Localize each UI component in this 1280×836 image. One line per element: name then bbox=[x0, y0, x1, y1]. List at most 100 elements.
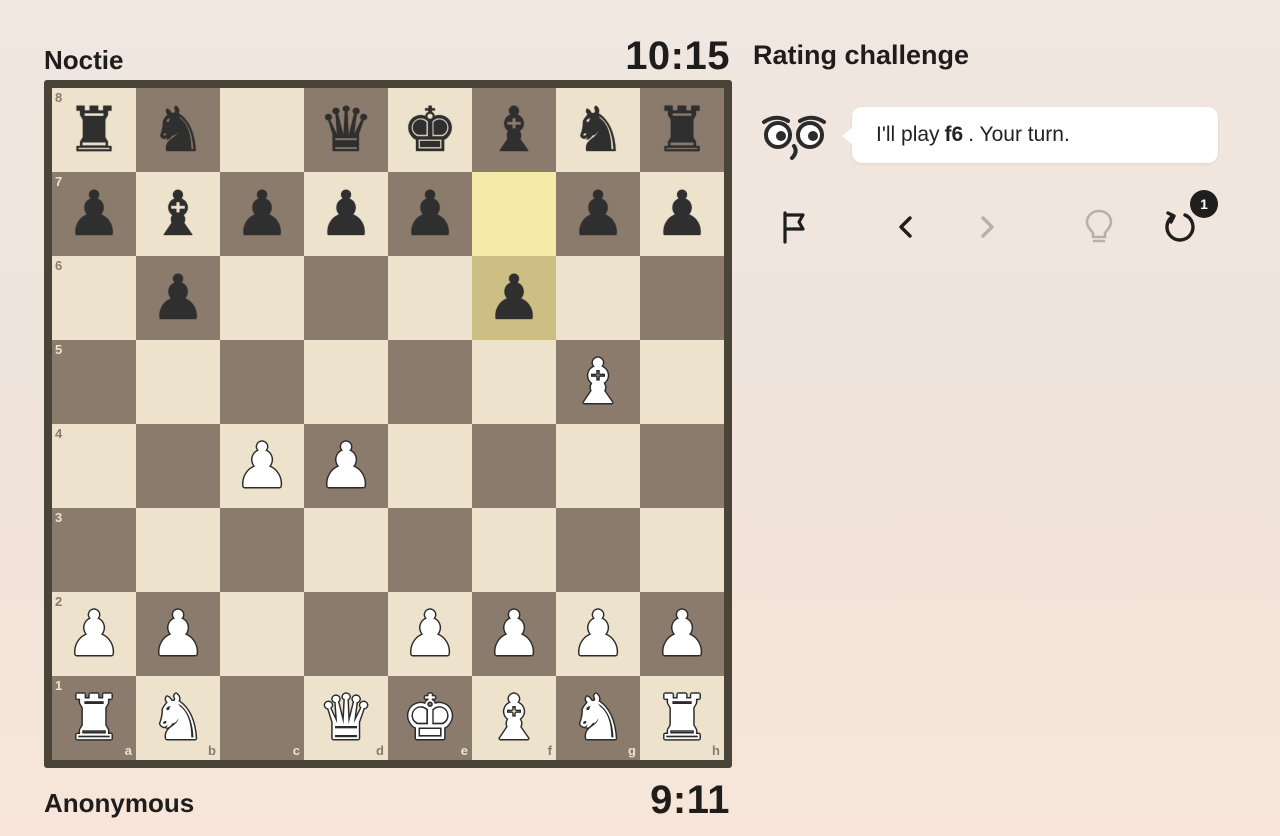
white-pawn-a2[interactable]: ♟ bbox=[52, 592, 136, 676]
white-rook-a1[interactable]: ♜ bbox=[52, 676, 136, 760]
black-rook-h8[interactable]: ♜ bbox=[640, 88, 724, 172]
square-a5[interactable]: 5 bbox=[52, 340, 136, 424]
next-move-button[interactable] bbox=[962, 202, 1012, 252]
square-h4[interactable] bbox=[640, 424, 724, 508]
white-queen-d1[interactable]: ♛ bbox=[304, 676, 388, 760]
white-bishop-g5[interactable]: ♝ bbox=[556, 340, 640, 424]
square-h2[interactable]: ♟ bbox=[640, 592, 724, 676]
white-pawn-c4[interactable]: ♟ bbox=[220, 424, 304, 508]
square-g6[interactable] bbox=[556, 256, 640, 340]
square-c4[interactable]: ♟ bbox=[220, 424, 304, 508]
square-c5[interactable] bbox=[220, 340, 304, 424]
square-c8[interactable] bbox=[220, 88, 304, 172]
square-b3[interactable] bbox=[136, 508, 220, 592]
square-b8[interactable]: ♞ bbox=[136, 88, 220, 172]
white-pawn-e2[interactable]: ♟ bbox=[388, 592, 472, 676]
square-b5[interactable] bbox=[136, 340, 220, 424]
white-king-e1[interactable]: ♚ bbox=[388, 676, 472, 760]
black-bishop-f8[interactable]: ♝ bbox=[472, 88, 556, 172]
square-e7[interactable]: ♟ bbox=[388, 172, 472, 256]
square-d5[interactable] bbox=[304, 340, 388, 424]
black-pawn-f6[interactable]: ♟ bbox=[472, 256, 556, 340]
square-f5[interactable] bbox=[472, 340, 556, 424]
square-f6[interactable]: ♟ bbox=[472, 256, 556, 340]
black-pawn-d7[interactable]: ♟ bbox=[304, 172, 388, 256]
white-pawn-g2[interactable]: ♟ bbox=[556, 592, 640, 676]
square-a1[interactable]: 1 a ♜ bbox=[52, 676, 136, 760]
square-e2[interactable]: ♟ bbox=[388, 592, 472, 676]
black-knight-b8[interactable]: ♞ bbox=[136, 88, 220, 172]
square-f8[interactable]: ♝ bbox=[472, 88, 556, 172]
square-e4[interactable] bbox=[388, 424, 472, 508]
black-knight-g8[interactable]: ♞ bbox=[556, 88, 640, 172]
square-f2[interactable]: ♟ bbox=[472, 592, 556, 676]
square-a8[interactable]: 8 ♜ bbox=[52, 88, 136, 172]
black-queen-d8[interactable]: ♛ bbox=[304, 88, 388, 172]
white-pawn-h2[interactable]: ♟ bbox=[640, 592, 724, 676]
square-f1[interactable]: f ♝ bbox=[472, 676, 556, 760]
square-b2[interactable]: ♟ bbox=[136, 592, 220, 676]
square-a7[interactable]: 7 ♟ bbox=[52, 172, 136, 256]
square-a3[interactable]: 3 bbox=[52, 508, 136, 592]
resign-button[interactable] bbox=[770, 202, 820, 252]
square-c2[interactable] bbox=[220, 592, 304, 676]
square-a2[interactable]: 2 ♟ bbox=[52, 592, 136, 676]
square-g5[interactable]: ♝ bbox=[556, 340, 640, 424]
black-pawn-c7[interactable]: ♟ bbox=[220, 172, 304, 256]
square-h3[interactable] bbox=[640, 508, 724, 592]
square-d1[interactable]: d ♛ bbox=[304, 676, 388, 760]
square-b6[interactable]: ♟ bbox=[136, 256, 220, 340]
square-d7[interactable]: ♟ bbox=[304, 172, 388, 256]
square-h5[interactable] bbox=[640, 340, 724, 424]
square-c3[interactable] bbox=[220, 508, 304, 592]
square-e8[interactable]: ♚ bbox=[388, 88, 472, 172]
square-c1[interactable]: c bbox=[220, 676, 304, 760]
square-g4[interactable] bbox=[556, 424, 640, 508]
chess-board[interactable]: 8 ♜ ♞ ♛ ♚ ♝ ♞ ♜ 7 ♟ ♝ ♟ ♟ ♟ ♟ ♟ 6 ♟ ♟ 5 ♝ 4 ♟ ♟ 3 2 ♟ ♟ ♟ ♟ ♟ ♟ 1 a ♜ b ♞ c d ♛… bbox=[52, 88, 724, 760]
square-h1[interactable]: h ♜ bbox=[640, 676, 724, 760]
square-h6[interactable] bbox=[640, 256, 724, 340]
black-king-e8[interactable]: ♚ bbox=[388, 88, 472, 172]
square-e1[interactable]: e ♚ bbox=[388, 676, 472, 760]
square-g7[interactable]: ♟ bbox=[556, 172, 640, 256]
square-f4[interactable] bbox=[472, 424, 556, 508]
square-g8[interactable]: ♞ bbox=[556, 88, 640, 172]
square-d3[interactable] bbox=[304, 508, 388, 592]
white-pawn-d4[interactable]: ♟ bbox=[304, 424, 388, 508]
square-b7[interactable]: ♝ bbox=[136, 172, 220, 256]
square-g1[interactable]: g ♞ bbox=[556, 676, 640, 760]
square-c6[interactable] bbox=[220, 256, 304, 340]
white-pawn-f2[interactable]: ♟ bbox=[472, 592, 556, 676]
white-knight-b1[interactable]: ♞ bbox=[136, 676, 220, 760]
square-c7[interactable]: ♟ bbox=[220, 172, 304, 256]
square-d8[interactable]: ♛ bbox=[304, 88, 388, 172]
black-pawn-e7[interactable]: ♟ bbox=[388, 172, 472, 256]
square-d4[interactable]: ♟ bbox=[304, 424, 388, 508]
square-b1[interactable]: b ♞ bbox=[136, 676, 220, 760]
white-knight-g1[interactable]: ♞ bbox=[556, 676, 640, 760]
black-pawn-a7[interactable]: ♟ bbox=[52, 172, 136, 256]
square-h7[interactable]: ♟ bbox=[640, 172, 724, 256]
white-pawn-b2[interactable]: ♟ bbox=[136, 592, 220, 676]
square-e3[interactable] bbox=[388, 508, 472, 592]
black-pawn-h7[interactable]: ♟ bbox=[640, 172, 724, 256]
black-rook-a8[interactable]: ♜ bbox=[52, 88, 136, 172]
square-e6[interactable] bbox=[388, 256, 472, 340]
square-d6[interactable] bbox=[304, 256, 388, 340]
square-a4[interactable]: 4 bbox=[52, 424, 136, 508]
square-g2[interactable]: ♟ bbox=[556, 592, 640, 676]
square-e5[interactable] bbox=[388, 340, 472, 424]
black-pawn-b6[interactable]: ♟ bbox=[136, 256, 220, 340]
square-f3[interactable] bbox=[472, 508, 556, 592]
square-d2[interactable] bbox=[304, 592, 388, 676]
square-g3[interactable] bbox=[556, 508, 640, 592]
black-bishop-b7[interactable]: ♝ bbox=[136, 172, 220, 256]
black-pawn-g7[interactable]: ♟ bbox=[556, 172, 640, 256]
square-f7[interactable] bbox=[472, 172, 556, 256]
white-bishop-f1[interactable]: ♝ bbox=[472, 676, 556, 760]
hint-button[interactable] bbox=[1074, 202, 1124, 252]
square-h8[interactable]: ♜ bbox=[640, 88, 724, 172]
square-a6[interactable]: 6 bbox=[52, 256, 136, 340]
white-rook-h1[interactable]: ♜ bbox=[640, 676, 724, 760]
previous-move-button[interactable] bbox=[881, 202, 931, 252]
